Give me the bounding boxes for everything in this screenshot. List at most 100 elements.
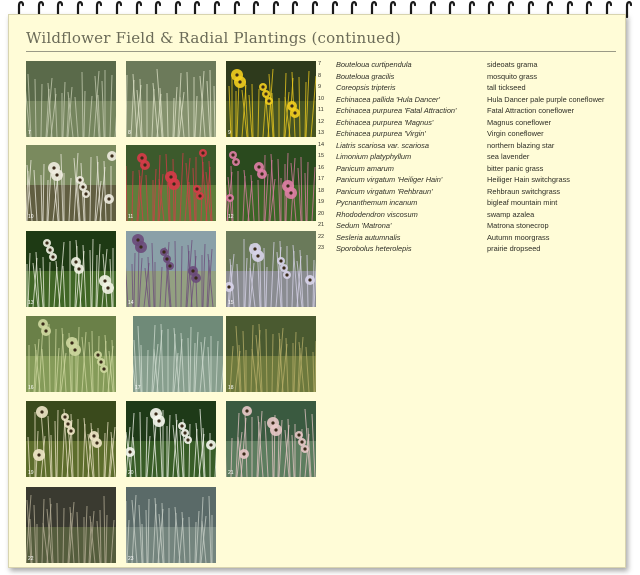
scientific-name: Rhododendron viscosum — [336, 209, 418, 219]
common-name: sea lavender — [487, 152, 530, 161]
plant-list-row: 17 Panicum virgatum 'Heiliger Hain' Heilig… — [318, 175, 618, 187]
plant-photo-21: 21 — [226, 401, 316, 477]
plant-list-row: 12 Echinacea purpurea 'Magnus' Magnus cone… — [318, 118, 618, 130]
common-name: Hula Dancer pale purple coneflower — [487, 94, 605, 104]
photo-number: 20 — [128, 470, 134, 476]
plant-list-row: 11 Echinacea purpurea 'Fatal Attraction' F… — [318, 106, 618, 118]
scientific-name: Echinacea purpurea 'Magnus' — [336, 117, 434, 127]
common-name: prairie dropseed — [487, 244, 541, 253]
photo-number: 18 — [228, 385, 234, 391]
scientific-name: Bouteloua curtipendula — [336, 60, 412, 69]
common-name: bitter panic grass — [487, 163, 544, 173]
plant-photo-15: 15 — [226, 231, 316, 307]
plant-number: 15 — [318, 153, 325, 159]
photo-number: 12 — [228, 214, 234, 220]
photo-number: 23 — [128, 556, 134, 562]
photo-number: 14 — [128, 300, 134, 306]
plant-photo-13: 13 — [26, 231, 116, 307]
plant-number: 16 — [318, 164, 325, 171]
scientific-name: Panicum amarum — [336, 163, 394, 173]
plant-list: 7 Bouteloua curtipendula sideoats grama 8 Bo… — [318, 60, 618, 256]
common-name: northern blazing star — [487, 140, 555, 150]
plant-number: 21 — [318, 222, 325, 228]
scientific-name: Sesleria autumnalis — [336, 232, 401, 242]
notebook-page: Wildflower Field & Radial Plantings (con… — [8, 14, 626, 568]
common-name: sideoats grama — [487, 60, 538, 69]
scientific-name: Coreopsis tripteris — [336, 83, 396, 92]
common-name: Fatal Attraction coneflower — [487, 106, 575, 115]
common-name: Autumn moorgrass — [487, 232, 550, 242]
plant-list-row: 9 Coreopsis tripteris tall tickseed — [318, 83, 618, 95]
common-name: mosquito grass — [487, 71, 538, 81]
scientific-name: Pycnanthemum incanum — [336, 198, 418, 207]
plant-photo-11: 11 — [126, 145, 216, 221]
plant-number: 7 — [318, 61, 322, 67]
plant-photo-22: 22 — [26, 487, 116, 563]
plant-list-row: 21 Sedum 'Matrona' Matrona stonecrop — [318, 221, 618, 233]
common-name: Virgin coneflower — [487, 129, 544, 138]
plant-list-row: 14 Liatris scariosa var. scariosa northern… — [318, 141, 618, 153]
plant-photo-19: 19 — [26, 401, 116, 477]
plant-photo-23: 23 — [126, 487, 216, 563]
plant-number: 10 — [318, 95, 325, 102]
plant-photo-18: 18 — [226, 316, 316, 392]
plant-photo-8: 8 — [126, 61, 216, 137]
scientific-name: Sedum 'Matrona' — [336, 221, 392, 230]
scientific-name: Limonium platyphyllum — [336, 152, 412, 161]
plant-photo-9: 9 — [226, 61, 316, 137]
plant-number: 23 — [318, 245, 325, 251]
plant-number: 12 — [318, 118, 325, 125]
plant-number: 9 — [318, 84, 322, 90]
photo-number: 22 — [28, 556, 34, 562]
photo-number: 17 — [135, 385, 141, 391]
plant-number: 20 — [318, 210, 325, 217]
photo-number: 9 — [228, 130, 231, 136]
common-name: Magnus coneflower — [487, 117, 552, 127]
plant-list-row: 13 Echinacea purpurea 'Virgin' Virgin cone… — [318, 129, 618, 141]
scientific-name: Bouteloua gracilis — [336, 71, 395, 81]
photo-number: 21 — [228, 470, 234, 476]
scientific-name: Echinacea purpurea 'Fatal Attraction' — [336, 106, 457, 115]
plant-list-row: 8 Bouteloua gracilis mosquito grass — [318, 72, 618, 84]
plant-number: 13 — [318, 130, 325, 136]
plant-number: 17 — [318, 176, 325, 182]
plant-list-row: 16 Panicum amarum bitter panic grass — [318, 164, 618, 176]
plant-photo-14: 14 — [126, 231, 216, 307]
plant-number: 11 — [318, 107, 324, 113]
title-divider — [26, 51, 616, 52]
plant-list-row: 15 Limonium platyphyllum sea lavender — [318, 152, 618, 164]
plant-photo-7: 7 — [26, 61, 116, 137]
common-name: Heiliger Hain switchgrass — [487, 175, 570, 184]
scientific-name: Echinacea pallida 'Hula Dancer' — [336, 94, 440, 104]
plant-list-row: 18 Panicum virgatum 'Rehbraun' Rehbraun sw… — [318, 187, 618, 199]
plant-list-row: 7 Bouteloua curtipendula sideoats grama — [318, 60, 618, 72]
plant-number: 18 — [318, 187, 325, 194]
photo-number: 19 — [28, 470, 34, 476]
scientific-name: Panicum virgatum 'Heiliger Hain' — [336, 175, 443, 184]
scientific-name: Echinacea purpurea 'Virgin' — [336, 129, 426, 138]
plant-photo-10: 10 — [26, 145, 116, 221]
plant-number: 8 — [318, 72, 322, 79]
plant-number: 22 — [318, 233, 325, 240]
plant-number: 19 — [318, 199, 325, 205]
common-name: bigleaf mountain mint — [487, 198, 558, 207]
plant-number: 14 — [318, 141, 325, 148]
photo-number: 15 — [228, 300, 234, 306]
plant-list-row: 23 Sporobolus heterolepis prairie dropseed — [318, 244, 618, 256]
scientific-name: Sporobolus heterolepis — [336, 244, 412, 253]
common-name: tall tickseed — [487, 83, 526, 92]
plant-list-row: 10 Echinacea pallida 'Hula Dancer' Hula Da… — [318, 95, 618, 107]
photo-number: 16 — [28, 385, 34, 391]
plant-list-row: 19 Pycnanthemum incanum bigleaf mountain m… — [318, 198, 618, 210]
common-name: swamp azalea — [487, 209, 535, 219]
plant-photo-12: 12 — [226, 145, 316, 221]
photo-number: 10 — [28, 214, 34, 220]
plant-list-row: 20 Rhododendron viscosum swamp azalea — [318, 210, 618, 222]
plant-photo-17: 17 — [133, 316, 223, 392]
photo-number: 8 — [128, 130, 131, 136]
plant-photo-16: 16 — [26, 316, 116, 392]
plant-list-row: 22 Sesleria autumnalis Autumn moorgrass — [318, 233, 618, 245]
scientific-name: Liatris scariosa var. scariosa — [336, 140, 429, 150]
plant-photo-20: 20 — [126, 401, 216, 477]
common-name: Matrona stonecrop — [487, 221, 549, 230]
